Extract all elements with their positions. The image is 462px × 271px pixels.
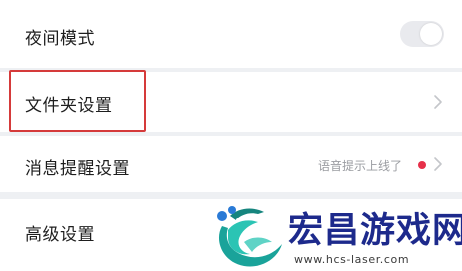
highlight-annotation-box <box>9 70 146 132</box>
night-mode-label: 夜间模式 <box>25 29 95 49</box>
night-mode-toggle[interactable] <box>400 21 444 47</box>
watermark-url: www.hcs-laser.com <box>294 253 410 266</box>
night-mode-row[interactable]: 夜间模式 <box>0 0 462 68</box>
notification-settings-row[interactable]: 消息提醒设置 语音提示上线了 <box>0 136 462 192</box>
dragon-logo-icon <box>217 206 282 267</box>
new-badge-dot <box>418 161 426 169</box>
toggle-knob <box>420 23 442 45</box>
notification-status-text: 语音提示上线了 <box>317 159 402 173</box>
notification-settings-label: 消息提醒设置 <box>25 159 130 179</box>
site-watermark: 宏昌游戏网 www.hcs-laser.com <box>208 196 462 271</box>
chevron-right-icon <box>434 157 442 171</box>
advanced-settings-label: 高级设置 <box>25 225 95 245</box>
settings-screen: 夜间模式 文件夹设置 消息提醒设置 语音提示上线了 高级设置 宏昌游戏网 www… <box>0 0 462 271</box>
watermark-title: 宏昌游戏网 <box>288 210 462 251</box>
chevron-right-icon <box>434 95 442 109</box>
